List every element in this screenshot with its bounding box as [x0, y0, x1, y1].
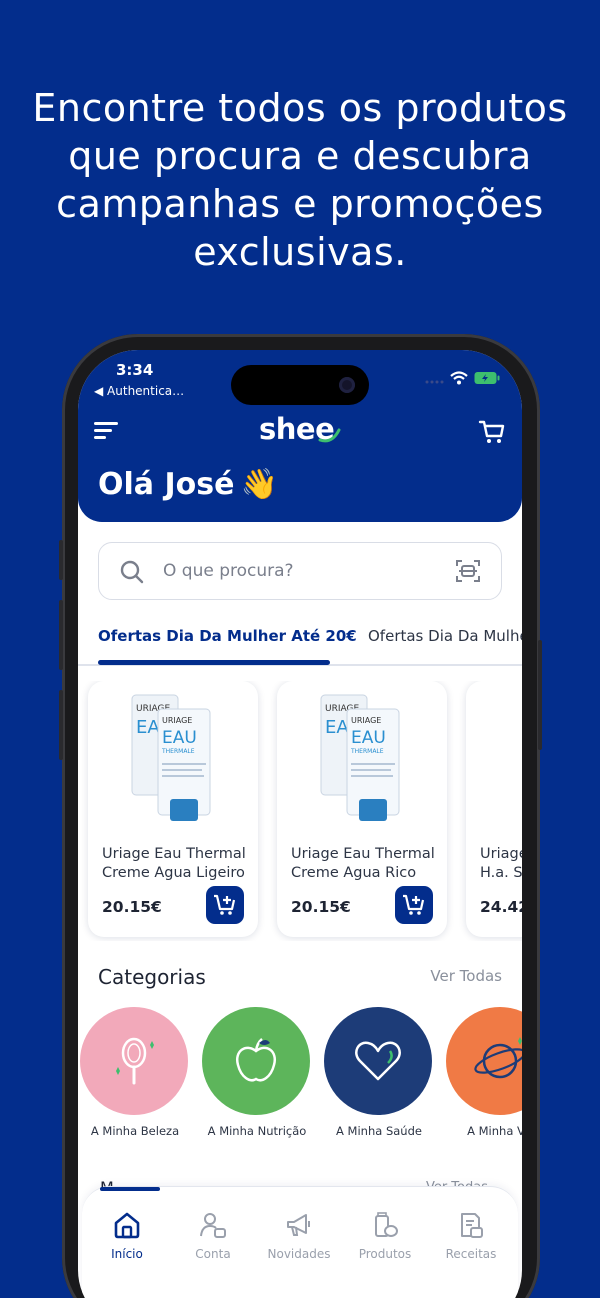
search-input[interactable]: [163, 557, 433, 585]
camera-icon: [339, 377, 355, 393]
uriage-eau-thermale-product-image: URIAGE EAU URIAGE EAU THERMALE: [320, 694, 400, 821]
signal-icon: [424, 370, 444, 389]
add-to-cart-button[interactable]: [206, 886, 244, 924]
nav-label: Produtos: [358, 1247, 412, 1261]
nav-label: Receitas: [445, 1247, 497, 1261]
search-bar[interactable]: [98, 542, 502, 600]
category-label: A Minha Via: [467, 1124, 522, 1138]
bottom-navigation: Início Conta Novidades Produtos Receitas: [82, 1186, 518, 1298]
products-icon: [342, 1209, 428, 1241]
category-label: A Minha Beleza: [90, 1124, 180, 1138]
svg-text:URIAGE: URIAGE: [351, 716, 381, 725]
cart-icon[interactable]: [478, 418, 506, 446]
add-to-cart-icon: [403, 894, 425, 915]
product-price: 24.42: [480, 898, 522, 916]
nav-receitas[interactable]: Receitas: [428, 1209, 514, 1261]
logo-swoosh-icon: [318, 428, 341, 443]
nav-conta[interactable]: Conta: [170, 1209, 256, 1261]
svg-text:URIAGE: URIAGE: [162, 716, 192, 725]
dynamic-island: [231, 365, 369, 405]
wifi-icon: [450, 370, 468, 389]
category-carousel: A Minha Beleza A Minha Nutrição A Minha …: [78, 1007, 522, 1147]
category-item-nutricao[interactable]: A Minha Nutrição: [200, 1007, 314, 1147]
product-card[interactable]: URIAGE EAU URIAGE EAU THERMALE Uriage Ea…: [88, 681, 258, 937]
product-name: Uriage Eau Thermal Creme Agua Rico: [291, 846, 435, 881]
nav-label: Novidades: [267, 1247, 331, 1261]
nav-label: Conta: [195, 1247, 231, 1261]
nav-novidades[interactable]: Novidades: [256, 1209, 342, 1261]
category-item-beleza[interactable]: A Minha Beleza: [78, 1007, 192, 1147]
search-icon: [120, 560, 144, 584]
category-label: A Minha Saúde: [336, 1124, 422, 1138]
svg-text:EAU: EAU: [162, 728, 197, 748]
phone-volume-up-button: [59, 600, 63, 670]
apple-icon: [202, 1007, 310, 1115]
globe-icon: [446, 1007, 522, 1115]
product-price: 20.15€: [291, 898, 351, 916]
greeting-title: Olá José 👋: [98, 467, 278, 502]
account-icon: [170, 1209, 256, 1241]
battery-icon: [474, 370, 500, 389]
phone-side-button: [59, 540, 63, 580]
uriage-eau-thermale-product-image: URIAGE EAU URIAGE EAU THERMALE: [131, 694, 211, 821]
prescription-icon: [428, 1209, 514, 1241]
home-icon: [84, 1209, 170, 1241]
category-item-saude[interactable]: A Minha Saúde: [322, 1007, 436, 1147]
categories-view-all-link[interactable]: Ver Todas: [430, 967, 502, 985]
active-tab-indicator: [98, 660, 330, 665]
nav-label: Início: [111, 1247, 143, 1261]
svg-text:THERMALE: THERMALE: [161, 748, 195, 755]
product-name: Uriage H.a. S: [480, 846, 522, 881]
barcode-scan-icon[interactable]: [455, 558, 481, 584]
hamburger-menu-icon[interactable]: [94, 420, 120, 440]
mirror-icon: [80, 1007, 188, 1115]
tab-ofertas-ate-20[interactable]: Ofertas Dia Da Mulher Até 20€: [98, 627, 357, 645]
product-card[interactable]: URIAGE EAU URIAGE EAU THERMALE Uriage Ea…: [277, 681, 447, 937]
app-header: 3:34 ◀ Authentica… shee Olá José 👋: [78, 350, 522, 522]
nav-produtos[interactable]: Produtos: [342, 1209, 428, 1261]
category-label: A Minha Nutrição: [207, 1124, 307, 1138]
product-carousel: URIAGE EAU URIAGE EAU THERMALE Uriage Ea…: [78, 681, 522, 941]
product-name: Uriage Eau Thermal Creme Agua Ligeiro: [102, 846, 246, 881]
heart-icon: [324, 1007, 432, 1115]
svg-text:THERMALE: THERMALE: [350, 748, 384, 755]
status-back-app-link[interactable]: ◀ Authentica…: [94, 384, 184, 398]
status-icons: [424, 370, 500, 389]
add-to-cart-button[interactable]: [395, 886, 433, 924]
promo-headline: Encontre todos os produtos que procura e…: [32, 86, 568, 274]
megaphone-icon: [256, 1209, 342, 1241]
product-card[interactable]: Uriage H.a. S 24.42: [466, 681, 522, 937]
svg-text:EAU: EAU: [351, 728, 386, 748]
status-time: 3:34: [116, 361, 154, 379]
tab-ofertas-dia-da-mulher[interactable]: Ofertas Dia Da Mulher: [368, 627, 522, 645]
product-price: 20.15€: [102, 898, 162, 916]
nav-inicio[interactable]: Início: [84, 1209, 170, 1261]
waving-hand-icon: 👋: [240, 467, 278, 502]
category-item-via[interactable]: A Minha Via: [444, 1007, 522, 1147]
phone-power-button: [538, 640, 542, 750]
offer-tabs: Ofertas Dia Da Mulher Até 20€ Ofertas Di…: [78, 618, 522, 666]
next-section-indicator: [100, 1187, 160, 1191]
greeting-text: Olá José: [98, 467, 235, 502]
phone-volume-down-button: [59, 690, 63, 760]
app-screen: 3:34 ◀ Authentica… shee Olá José 👋 O que…: [78, 350, 522, 1298]
add-to-cart-icon: [214, 894, 236, 915]
categories-title: Categorias: [98, 965, 206, 989]
